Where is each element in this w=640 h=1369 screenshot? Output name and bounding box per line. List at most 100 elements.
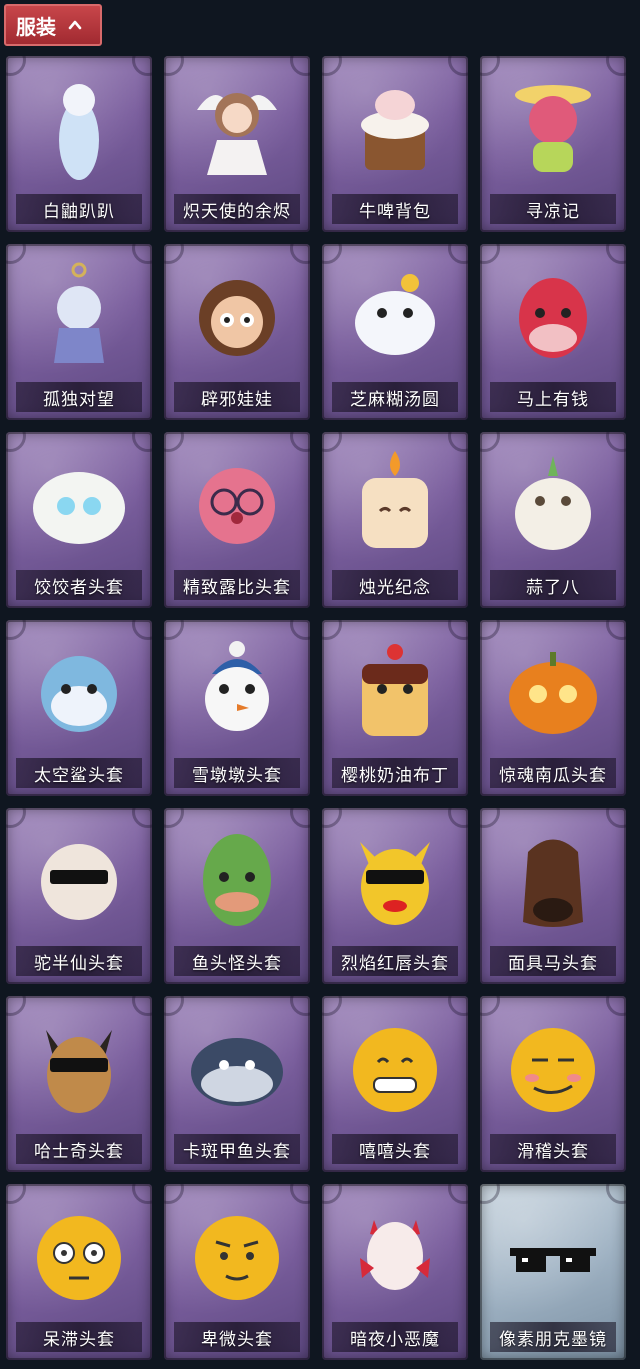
garlic-head-icon: [515, 456, 591, 550]
costume-card[interactable]: 烈焰红唇头套: [322, 808, 468, 984]
costume-name: 寻凉记: [526, 201, 580, 222]
pumpkin-head-icon: [509, 652, 597, 734]
costume-card[interactable]: 暗夜小恶魔: [322, 1184, 468, 1360]
costume-card[interactable]: 卑微头套: [164, 1184, 310, 1360]
costume-card[interactable]: 太空鲨头套: [6, 620, 152, 796]
costume-card[interactable]: 寻凉记: [480, 56, 626, 232]
costume-card[interactable]: 惊魂南瓜头套: [480, 620, 626, 796]
costume-name: 卡斑甲鱼头套: [183, 1141, 291, 1162]
costume-card[interactable]: 嘻嘻头套: [322, 996, 468, 1172]
costume-label-bar: 芝麻糊汤圆: [332, 382, 458, 412]
costume-label-bar: 哈士奇头套: [16, 1134, 142, 1164]
costume-name: 暗夜小恶魔: [350, 1329, 440, 1350]
costume-card[interactable]: 芝麻糊汤圆: [322, 244, 468, 420]
alpaca-sunglasses-head-icon: [41, 844, 117, 920]
costume-name: 滑稽头套: [517, 1141, 589, 1162]
costume-card[interactable]: 饺饺者头套: [6, 432, 152, 608]
cow-beer-backpack-icon: [361, 90, 429, 170]
costume-card[interactable]: 卡斑甲鱼头套: [164, 996, 310, 1172]
costume-name: 太空鲨头套: [34, 765, 124, 786]
dumpling-head-icon: [33, 472, 125, 544]
costume-label-bar: 炽天使的余烬: [174, 194, 300, 224]
costume-section-toggle[interactable]: 服装: [4, 4, 102, 46]
costume-card[interactable]: 炽天使的余烬: [164, 56, 310, 232]
angel-doll-icon: [197, 93, 277, 175]
little-devil-head-icon: [360, 1220, 430, 1290]
horse-mask-icon: [523, 839, 583, 927]
keychain-charm-icon: [54, 262, 104, 363]
chevron-up-icon: [68, 20, 82, 30]
costume-card[interactable]: 面具马头套: [480, 808, 626, 984]
costume-name: 卑微头套: [201, 1329, 273, 1350]
costume-label-bar: 辟邪娃娃: [174, 382, 300, 412]
yellow-mascot-head-icon: [360, 842, 430, 925]
costume-label-bar: 马上有钱: [490, 382, 616, 412]
pink-bear-hat-icon: [515, 85, 591, 172]
ermine-plush-icon: [59, 84, 99, 180]
turtle-head-icon: [191, 1038, 283, 1106]
costume-name: 马上有钱: [517, 389, 589, 410]
costume-label-bar: 滑稽头套: [490, 1134, 616, 1164]
costume-card[interactable]: 驼半仙头套: [6, 808, 152, 984]
costume-name: 呆滞头套: [43, 1329, 115, 1350]
costume-card[interactable]: 樱桃奶油布丁: [322, 620, 468, 796]
husky-sunglasses-head-icon: [46, 1030, 112, 1113]
costume-name: 哈士奇头套: [34, 1141, 124, 1162]
costume-card[interactable]: 呆滞头套: [6, 1184, 152, 1360]
costume-name: 烈焰红唇头套: [341, 953, 449, 974]
costume-label-bar: 烛光纪念: [332, 570, 458, 600]
humble-emoji-head-icon: [195, 1216, 279, 1300]
costume-name: 精致露比头套: [183, 577, 291, 598]
snowman-head-icon: [205, 641, 269, 731]
costume-grid: 白鼬趴趴 炽天使的余烬 牛啤背包 寻凉记孤独对望 辟邪娃娃 芝麻糊汤圆 马上有钱饺饺者头套…: [6, 56, 626, 1360]
costume-name: 樱桃奶油布丁: [341, 765, 449, 786]
grin-emoji-head-icon: [353, 1028, 437, 1112]
costume-name: 饺饺者头套: [34, 577, 124, 598]
costume-card[interactable]: 滑稽头套: [480, 996, 626, 1172]
rice-ball-icon: [355, 274, 435, 355]
costume-name: 面具马头套: [508, 953, 598, 974]
costume-card[interactable]: 蒜了八: [480, 432, 626, 608]
costume-name: 嘻嘻头套: [359, 1141, 431, 1162]
costume-card[interactable]: 像素朋克墨镜: [480, 1184, 626, 1360]
costume-name: 炽天使的余烬: [183, 201, 291, 222]
funny-emoji-head-icon: [511, 1028, 595, 1112]
costume-card[interactable]: 辟邪娃娃: [164, 244, 310, 420]
costume-name: 烛光纪念: [359, 577, 431, 598]
costume-label-bar: 蒜了八: [490, 570, 616, 600]
costume-name: 鱼头怪头套: [192, 953, 282, 974]
costume-card[interactable]: 雪墩墩头套: [164, 620, 310, 796]
costume-card[interactable]: 牛啤背包: [322, 56, 468, 232]
costume-name: 孤独对望: [43, 389, 115, 410]
costume-label-bar: 烈焰红唇头套: [332, 946, 458, 976]
costume-label-bar: 精致露比头套: [174, 570, 300, 600]
pink-beaver-head-icon: [199, 468, 275, 544]
costume-name: 蒜了八: [526, 577, 580, 598]
costume-label-bar: 卡斑甲鱼头套: [174, 1134, 300, 1164]
candle-head-icon: [362, 451, 428, 548]
costume-card[interactable]: 精致露比头套: [164, 432, 310, 608]
costume-label-bar: 太空鲨头套: [16, 758, 142, 788]
costume-label-bar: 樱桃奶油布丁: [332, 758, 458, 788]
costume-card[interactable]: 烛光纪念: [322, 432, 468, 608]
costume-label-bar: 卑微头套: [174, 1322, 300, 1352]
section-title: 服装: [16, 14, 56, 39]
costume-label-bar: 暗夜小恶魔: [332, 1322, 458, 1352]
costume-label-bar: 像素朋克墨镜: [490, 1322, 616, 1352]
costume-label-bar: 孤独对望: [16, 382, 142, 412]
costume-card[interactable]: 白鼬趴趴: [6, 56, 152, 232]
costume-label-bar: 驼半仙头套: [16, 946, 142, 976]
costume-label-bar: 嘻嘻头套: [332, 1134, 458, 1164]
costume-name: 驼半仙头套: [34, 953, 124, 974]
costume-name: 芝麻糊汤圆: [350, 389, 440, 410]
costume-card[interactable]: 鱼头怪头套: [164, 808, 310, 984]
red-horse-icon: [519, 278, 587, 358]
costume-card[interactable]: 马上有钱: [480, 244, 626, 420]
girl-doll-head-icon: [199, 280, 275, 356]
costume-label-bar: 饺饺者头套: [16, 570, 142, 600]
pudding-head-icon: [362, 644, 428, 736]
costume-card[interactable]: 孤独对望: [6, 244, 152, 420]
costume-card[interactable]: 哈士奇头套: [6, 996, 152, 1172]
shark-head-icon: [41, 656, 117, 732]
fish-head-icon: [203, 834, 271, 926]
